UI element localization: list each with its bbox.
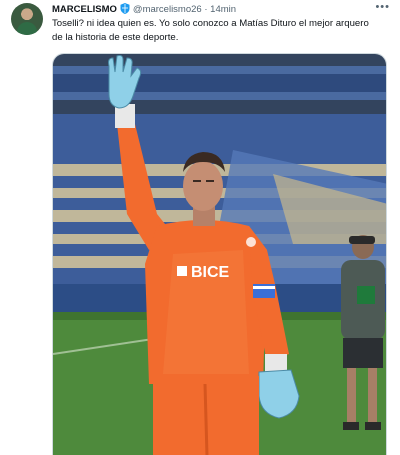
- handle[interactable]: @marcelismo26: [133, 4, 202, 15]
- tweet-header: MARCELISMO @marcelismo26 · 14min: [52, 3, 392, 17]
- tweet-card[interactable]: MARCELISMO @marcelismo26 · 14min ••• Tos…: [0, 0, 400, 455]
- tweet-text: Toselli? ni idea quien es. Yo solo conoz…: [52, 18, 369, 43]
- separator: ·: [204, 4, 208, 15]
- timestamp[interactable]: 14min: [210, 4, 236, 15]
- more-icon[interactable]: •••: [375, 1, 390, 13]
- photo-goalkeeper: BICE: [53, 54, 386, 455]
- shirt-sponsor-text: BICE: [191, 264, 230, 281]
- verified-badge-icon: [120, 3, 130, 14]
- display-name[interactable]: MARCELISMO: [52, 4, 117, 15]
- tweet-photo[interactable]: BICE: [52, 53, 387, 455]
- avatar[interactable]: [11, 3, 43, 35]
